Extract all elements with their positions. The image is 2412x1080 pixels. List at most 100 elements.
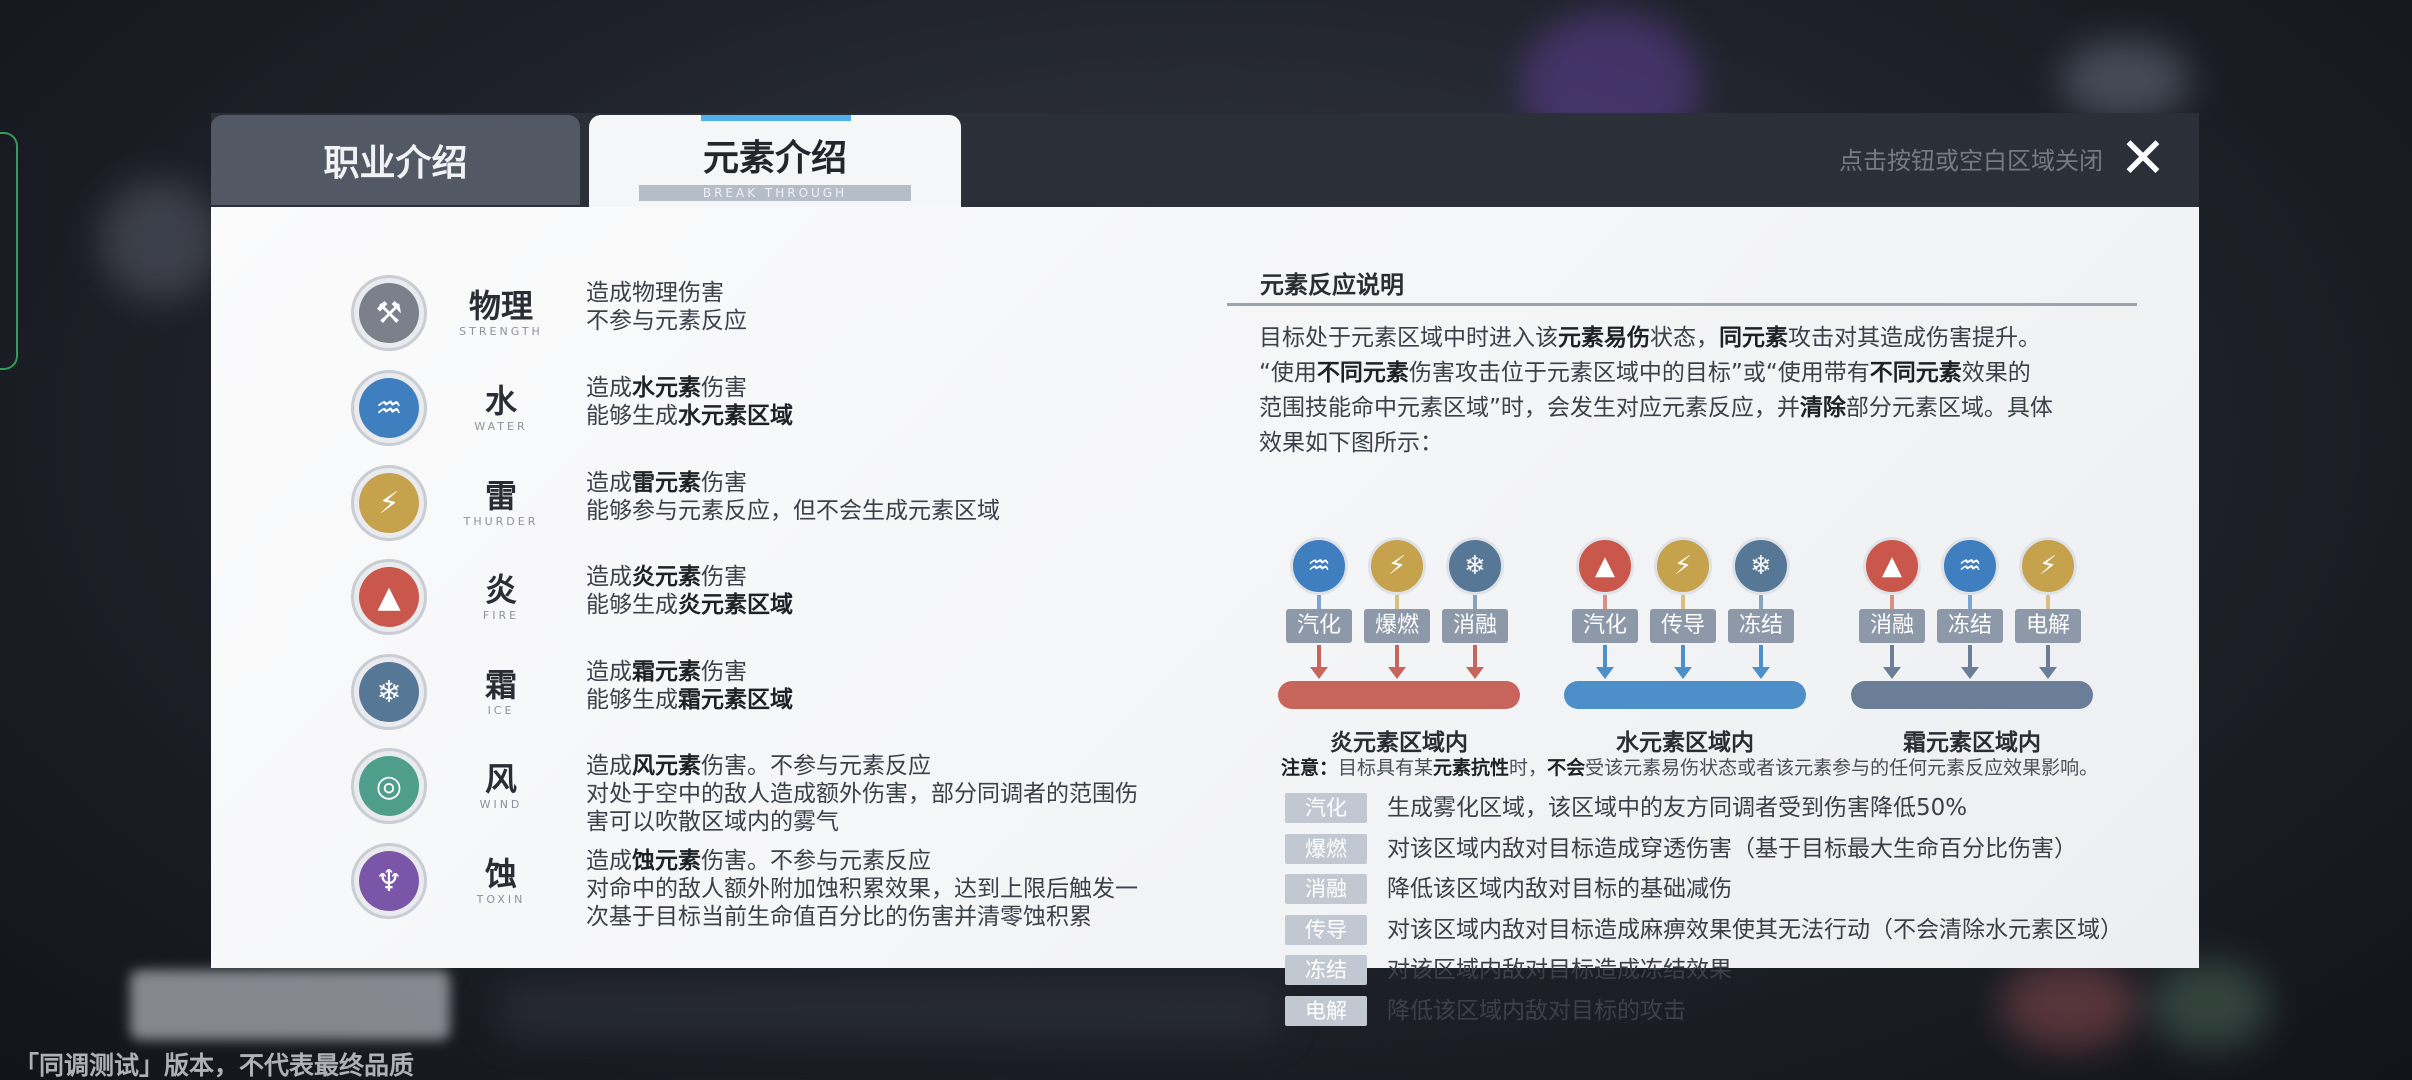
element-strength-icon: ⚒ xyxy=(359,283,419,343)
reaction-tag: 消融 xyxy=(1285,874,1367,904)
element-row: ♆ 蚀 TOXIN 造成蚀元素伤害。不参与元素反应 对命中的敌人额外附加蚀积累效果，达到… xyxy=(351,843,1391,930)
element-description: 造成水元素伤害 能够生成水元素区域 xyxy=(586,374,1186,430)
tab-label: 职业介绍 xyxy=(323,142,468,184)
element-ice-icon: ❄ xyxy=(359,662,419,722)
desc-keyword: 风元素 xyxy=(632,753,701,779)
element-row: ⚡ 雷 THURDER 造成雷元素伤害 能够参与元素反应，但不会生成元素区域 xyxy=(351,465,1391,545)
element-description: 造成雷元素伤害 能够参与元素反应，但不会生成元素区域 xyxy=(586,469,1186,525)
element-name: 炎 xyxy=(484,571,517,609)
element-reaction-icon: ❄ xyxy=(1732,537,1790,595)
desc-text: 造成 xyxy=(586,375,632,401)
element-row: ▲ 炎 FIRE 造成炎元素伤害 能够生成炎元素区域 xyxy=(351,559,1391,639)
reaction-tag: 电解 xyxy=(1285,995,1367,1026)
reaction-badge: 汽化 xyxy=(1572,609,1638,643)
background-element xyxy=(130,970,450,1040)
desc-keyword: 水元素 xyxy=(632,375,701,401)
desc-keyword: 雷元素 xyxy=(632,470,701,496)
arrow-down-icon xyxy=(1961,645,1979,679)
active-tab-indicator xyxy=(701,115,851,121)
element-row: ◎ 风 WIND 造成风元素伤害。不参与元素反应 对处于空中的敌人造成额外伤害，部分同调… xyxy=(351,748,1391,835)
desc-text: 能够参与元素反应，但不会生成元素区域 xyxy=(586,498,1000,524)
element-english-name: FIRE xyxy=(482,609,520,622)
reaction-intro: 目标处于元素区域中时进入该元素易伤状态，同元素攻击对其造成伤害提升。 “使用不同… xyxy=(1259,325,2053,456)
desc-text: 次基于目标当前生命值百分比的伤害并清零蚀积累 xyxy=(586,904,1092,930)
dialog-header: 职业介绍 元素介绍 BREAK THROUGH 点击按钮或空白区域关闭 ✕ xyxy=(211,113,2199,207)
element-reaction-icon: ♒ xyxy=(1941,537,1999,595)
arrow-down-icon xyxy=(1674,645,1692,679)
element-row: ⚒ 物理 STRENGTH 造成物理伤害 不参与元素反应 xyxy=(351,275,1391,355)
element-row: ♒ 水 WATER 造成水元素伤害 能够生成水元素区域 xyxy=(351,370,1391,450)
element-fire-icon: ▲ xyxy=(359,567,419,627)
zone-label: 霜元素区域内 xyxy=(1903,730,2041,756)
reaction-badge: 电解 xyxy=(2015,609,2081,643)
reaction-effect: 对该区域内敌对目标造成麻痹效果使其无法行动（不会清除水元素区域） xyxy=(1387,916,2123,943)
reaction-effect: 降低该区域内敌对目标的基础减伤 xyxy=(1387,876,1732,902)
arrow-down-icon xyxy=(1752,645,1770,679)
tab-job-intro[interactable]: 职业介绍 xyxy=(211,115,580,205)
desc-text: 伤害 xyxy=(701,659,747,685)
desc-keyword: 炎元素区域 xyxy=(678,592,793,618)
element-english-name: STRENGTH xyxy=(459,325,543,338)
desc-text: 对命中的敌人额外附加蚀积累效果，达到上限后触发一 xyxy=(586,876,1138,902)
element-description: 造成物理伤害 不参与元素反应 xyxy=(586,279,1186,335)
connector xyxy=(1603,595,1607,609)
connector xyxy=(1395,595,1399,609)
reaction-group: ♒ 汽化 ⚡ 爆燃 ❄ 消融 炎元素区域内 xyxy=(1278,537,1524,757)
desc-text: 伤害。不参与元素反应 xyxy=(701,848,931,874)
element-reaction-icon: ⚡ xyxy=(1654,537,1712,595)
desc-text: 造成 xyxy=(586,848,632,874)
desc-keyword: 霜元素 xyxy=(632,659,701,685)
connector xyxy=(1759,595,1763,609)
desc-text: 造成 xyxy=(586,753,632,779)
element-emblem: ♆ xyxy=(351,843,427,919)
divider xyxy=(1227,303,2137,306)
background-element xyxy=(2060,40,2190,120)
element-emblem: ⚡ xyxy=(351,465,427,541)
left-edge-indicator xyxy=(0,132,18,370)
close-button[interactable]: ✕ xyxy=(2117,131,2169,187)
reaction-effect: 生成雾化区域，该区域中的友方同调者受到伤害降低50% xyxy=(1387,795,1968,821)
connector xyxy=(1968,595,1972,609)
arrow-down-icon xyxy=(1596,645,1614,679)
desc-text: 造成 xyxy=(586,659,632,685)
reaction-group: ▲ 消融 ♒ 冻结 ⚡ 电解霜元素区域内 xyxy=(1851,537,2097,757)
element-name: 霜 xyxy=(484,666,517,704)
desc-text: 伤害。不参与元素反应 xyxy=(701,753,931,779)
element-english-name: WIND xyxy=(479,798,523,811)
close-hint: 点击按钮或空白区域关闭 xyxy=(1839,147,2103,175)
reaction-effect: 对该区域内敌对目标造成穿透伤害（基于目标最大生命百分比伤害） xyxy=(1387,835,2077,862)
desc-text: 造成物理伤害 xyxy=(586,280,724,306)
desc-text: 造成 xyxy=(586,470,632,496)
element-emblem: ♒ xyxy=(351,370,427,446)
reaction-effect: 降低该区域内敌对目标的攻击 xyxy=(1387,997,1686,1024)
element-reaction-icon: ▲ xyxy=(1863,537,1921,595)
tab-element-intro[interactable]: 元素介绍 BREAK THROUGH xyxy=(589,115,961,207)
element-description: 造成蚀元素伤害。不参与元素反应 对命中的敌人额外附加蚀积累效果，达到上限后触发一次… xyxy=(586,847,1186,931)
element-zone-bar xyxy=(1278,681,1520,709)
desc-text: 能够生成 xyxy=(586,687,678,713)
element-name: 物理 xyxy=(468,287,533,325)
desc-text: 伤害 xyxy=(701,564,747,590)
arrow-down-icon xyxy=(2039,645,2057,679)
zone-label: 水元素区域内 xyxy=(1616,730,1754,756)
element-english-name: ICE xyxy=(487,704,515,717)
reaction-tag: 传导 xyxy=(1285,914,1367,945)
element-name: 风 xyxy=(484,760,517,798)
background-element xyxy=(100,180,220,300)
desc-text: 能够生成 xyxy=(586,403,678,429)
reaction-badge: 冻结 xyxy=(1937,609,2003,643)
reaction-badge: 消融 xyxy=(1442,609,1508,643)
reaction-title: 元素反应说明 xyxy=(1260,271,1404,299)
reaction-badge: 消融 xyxy=(1859,609,1925,643)
element-water-icon: ♒ xyxy=(359,378,419,438)
connector xyxy=(1681,595,1685,609)
element-reaction-icon: ⚡ xyxy=(2019,537,2077,595)
element-zone-bar xyxy=(1564,681,1806,709)
dialog-body[interactable]: ⚒ 物理 STRENGTH 造成物理伤害 不参与元素反应 ♒ 水 WATER 造成水元素伤害 能够… xyxy=(211,207,2199,1026)
desc-keyword: 蚀元素 xyxy=(632,848,701,874)
element-english-name: THURDER xyxy=(463,515,539,528)
desc-keyword: 水元素区域 xyxy=(678,403,793,429)
background-element xyxy=(500,985,1280,1035)
element-english-name: WATER xyxy=(474,420,528,433)
arrow-down-icon xyxy=(1310,645,1328,679)
